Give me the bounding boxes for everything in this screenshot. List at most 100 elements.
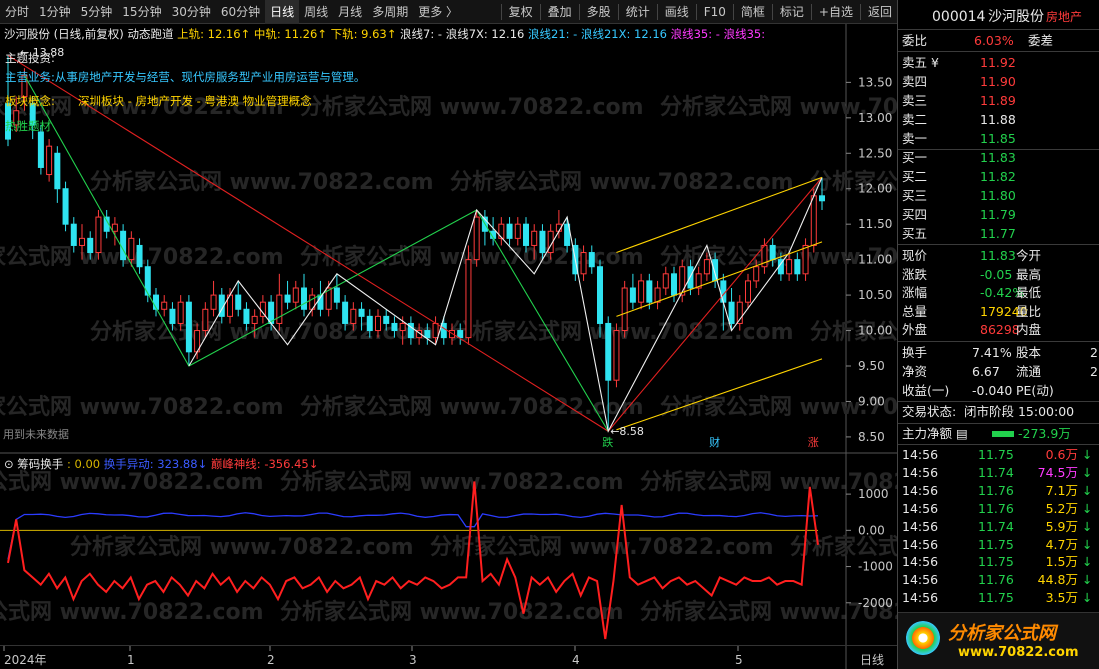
watermark: 分析家公式网 www.70822.com bbox=[300, 394, 644, 420]
action-4[interactable]: 画线 bbox=[660, 0, 694, 24]
y-tick-label: 10.50 bbox=[858, 288, 892, 302]
tick-volume: 5.2万 bbox=[1045, 500, 1078, 516]
tick-direction-icon: ↓ bbox=[1082, 500, 1093, 516]
action-0[interactable]: 复权 bbox=[504, 0, 538, 24]
toolbar-separator bbox=[617, 3, 619, 20]
ask-label: 卖四 bbox=[902, 74, 928, 89]
trade-state-value: 闭市阶段 15:00:00 bbox=[964, 404, 1075, 419]
tick-time: 14:56 bbox=[902, 554, 939, 570]
tick-direction-icon: ↓ bbox=[1082, 518, 1093, 534]
sub-tick-label: -2000 bbox=[858, 596, 893, 610]
quote-label-2: 最低 bbox=[1016, 285, 1042, 300]
fund-label-2: 股本 bbox=[1016, 345, 1042, 360]
indicator-value-1: 中轨: 11.26↑ bbox=[254, 27, 331, 41]
period-2[interactable]: 5分钟 bbox=[76, 0, 118, 24]
bid-label: 买五 bbox=[902, 226, 928, 241]
period-8[interactable]: 月线 bbox=[333, 0, 367, 24]
x-tick-label: 4 bbox=[572, 653, 580, 667]
fund-value: 6.67 bbox=[972, 364, 1000, 379]
tick-row: 14:56 11.74 74.5万 ↓ bbox=[898, 464, 1099, 482]
fund-value-2: 2 bbox=[1090, 345, 1098, 360]
period-1[interactable]: 1分钟 bbox=[34, 0, 76, 24]
divider bbox=[898, 444, 1099, 445]
tick-row: 14:56 11.76 5.2万 ↓ bbox=[898, 500, 1099, 518]
action-3[interactable]: 统计 bbox=[621, 0, 655, 24]
toolbar-separator bbox=[859, 3, 861, 20]
action-1[interactable]: 叠加 bbox=[543, 0, 577, 24]
industry-tag[interactable]: 房地产 bbox=[1046, 6, 1082, 28]
sub-value-1: : 0.00 bbox=[67, 457, 104, 471]
toolbar-separator bbox=[771, 3, 773, 20]
action-7[interactable]: 标记 bbox=[775, 0, 809, 24]
sub-chart[interactable]: 分析家公式网 www.70822.com 分析家公式网 www.70822.com… bbox=[0, 454, 897, 645]
ask-label: 卖五 ¥ bbox=[902, 55, 939, 70]
x-tick-label: 2024年 bbox=[4, 653, 47, 667]
watermark: 分析家公式网 www.70822.com bbox=[280, 599, 624, 625]
ask-row: 卖二 11.88 bbox=[898, 111, 1099, 129]
toolbar-separator bbox=[539, 3, 541, 20]
action-5[interactable]: F10 bbox=[699, 0, 731, 24]
quote-label-2: 内盘 bbox=[1016, 322, 1042, 337]
y-tick-label: 12.50 bbox=[858, 146, 892, 160]
tick-time: 14:56 bbox=[902, 590, 939, 606]
period-6[interactable]: 日线 bbox=[265, 0, 300, 24]
quote-label: 总量 bbox=[902, 303, 928, 319]
tick-price: 11.74 bbox=[978, 464, 1014, 480]
toolbar-separator bbox=[732, 3, 734, 20]
tick-volume: 5.9万 bbox=[1045, 518, 1078, 534]
action-6[interactable]: 简框 bbox=[736, 0, 770, 24]
bid-price: 11.80 bbox=[980, 188, 1016, 203]
period-5[interactable]: 60分钟 bbox=[216, 0, 265, 24]
bid-label: 买四 bbox=[902, 207, 928, 222]
ask-row: 卖一 11.85 bbox=[898, 130, 1099, 148]
sub-indicator-name: ⊙ 筹码换手 bbox=[4, 457, 67, 471]
sub-tick-label: -1000 bbox=[858, 560, 893, 574]
tick-row: 14:56 11.74 5.9万 ↓ bbox=[898, 518, 1099, 536]
tick-volume: 7.1万 bbox=[1045, 482, 1078, 498]
low-price-label: ←8.58 bbox=[610, 425, 644, 438]
ask-row: 卖四 11.90 bbox=[898, 73, 1099, 91]
action-2[interactable]: 多股 bbox=[582, 0, 616, 24]
x-axis-svg: 2024年 1 2 3 4 5 日线 bbox=[3, 646, 884, 669]
indicator-value-0: 上轨: 12.16↑ bbox=[177, 27, 254, 41]
toolbar-separator bbox=[810, 3, 812, 20]
period-4[interactable]: 30分钟 bbox=[167, 0, 216, 24]
main-chart[interactable]: 分析家公式网 www.70822.com 分析家公式网 www.70822.com… bbox=[0, 24, 897, 454]
bid-label: 买一 bbox=[902, 150, 928, 165]
quote-label-2: 最高 bbox=[1016, 266, 1042, 282]
period-7[interactable]: 周线 bbox=[299, 0, 333, 24]
ask-price: 11.88 bbox=[980, 112, 1016, 127]
tick-direction-icon: ↓ bbox=[1082, 482, 1093, 498]
brand-logo: 分析家公式网 www.70822.com bbox=[898, 612, 1099, 669]
period-9[interactable]: 多周期 bbox=[367, 0, 413, 24]
divider bbox=[898, 423, 1099, 424]
chart-area: 分析家公式网 www.70822.com 分析家公式网 www.70822.com… bbox=[0, 24, 897, 669]
x-axis: 2024年 1 2 3 4 5 日线 bbox=[0, 645, 897, 669]
ratio-value: 6.03% bbox=[974, 33, 1014, 48]
action-8[interactable]: +自选 bbox=[814, 0, 858, 24]
period-10[interactable]: 更多 〉 bbox=[413, 0, 463, 24]
quote-value: 86298 bbox=[980, 322, 1020, 337]
toolbar-separator bbox=[578, 3, 580, 20]
chart-title: 沙河股份 (日线,前复权) bbox=[4, 27, 127, 41]
quote-label: 涨跌 bbox=[902, 266, 928, 282]
sub-value-2: 换手异动: 323.88↓ bbox=[104, 457, 211, 471]
quote-label: 涨幅 bbox=[902, 285, 928, 300]
quote-row: 现价 11.83 今开 bbox=[898, 247, 1099, 265]
tick-direction-icon: ↓ bbox=[1082, 554, 1093, 570]
indicator-value-7: 浪线35: - bbox=[671, 27, 724, 41]
bid-row: 买三 11.80 bbox=[898, 187, 1099, 205]
quote-row: 外盘 86298 内盘 bbox=[898, 321, 1099, 339]
quote-label: 外盘 bbox=[902, 322, 928, 337]
tick-volume: 74.5万 bbox=[1037, 464, 1078, 480]
x-tick-label: 1 bbox=[127, 653, 135, 667]
indicator-value-3: 浪线7: - bbox=[400, 27, 446, 41]
action-9[interactable]: 返回 bbox=[863, 0, 897, 24]
bid-price: 11.79 bbox=[980, 207, 1016, 222]
period-3[interactable]: 15分钟 bbox=[117, 0, 166, 24]
theme-label: 热胜题材 bbox=[5, 119, 51, 133]
x-tick-label: 3 bbox=[409, 653, 417, 667]
y-tick-label: 9.00 bbox=[858, 394, 885, 408]
order-ratio-row: 委比 6.03% 委差 bbox=[898, 32, 1099, 50]
period-0[interactable]: 分时 bbox=[0, 0, 34, 24]
